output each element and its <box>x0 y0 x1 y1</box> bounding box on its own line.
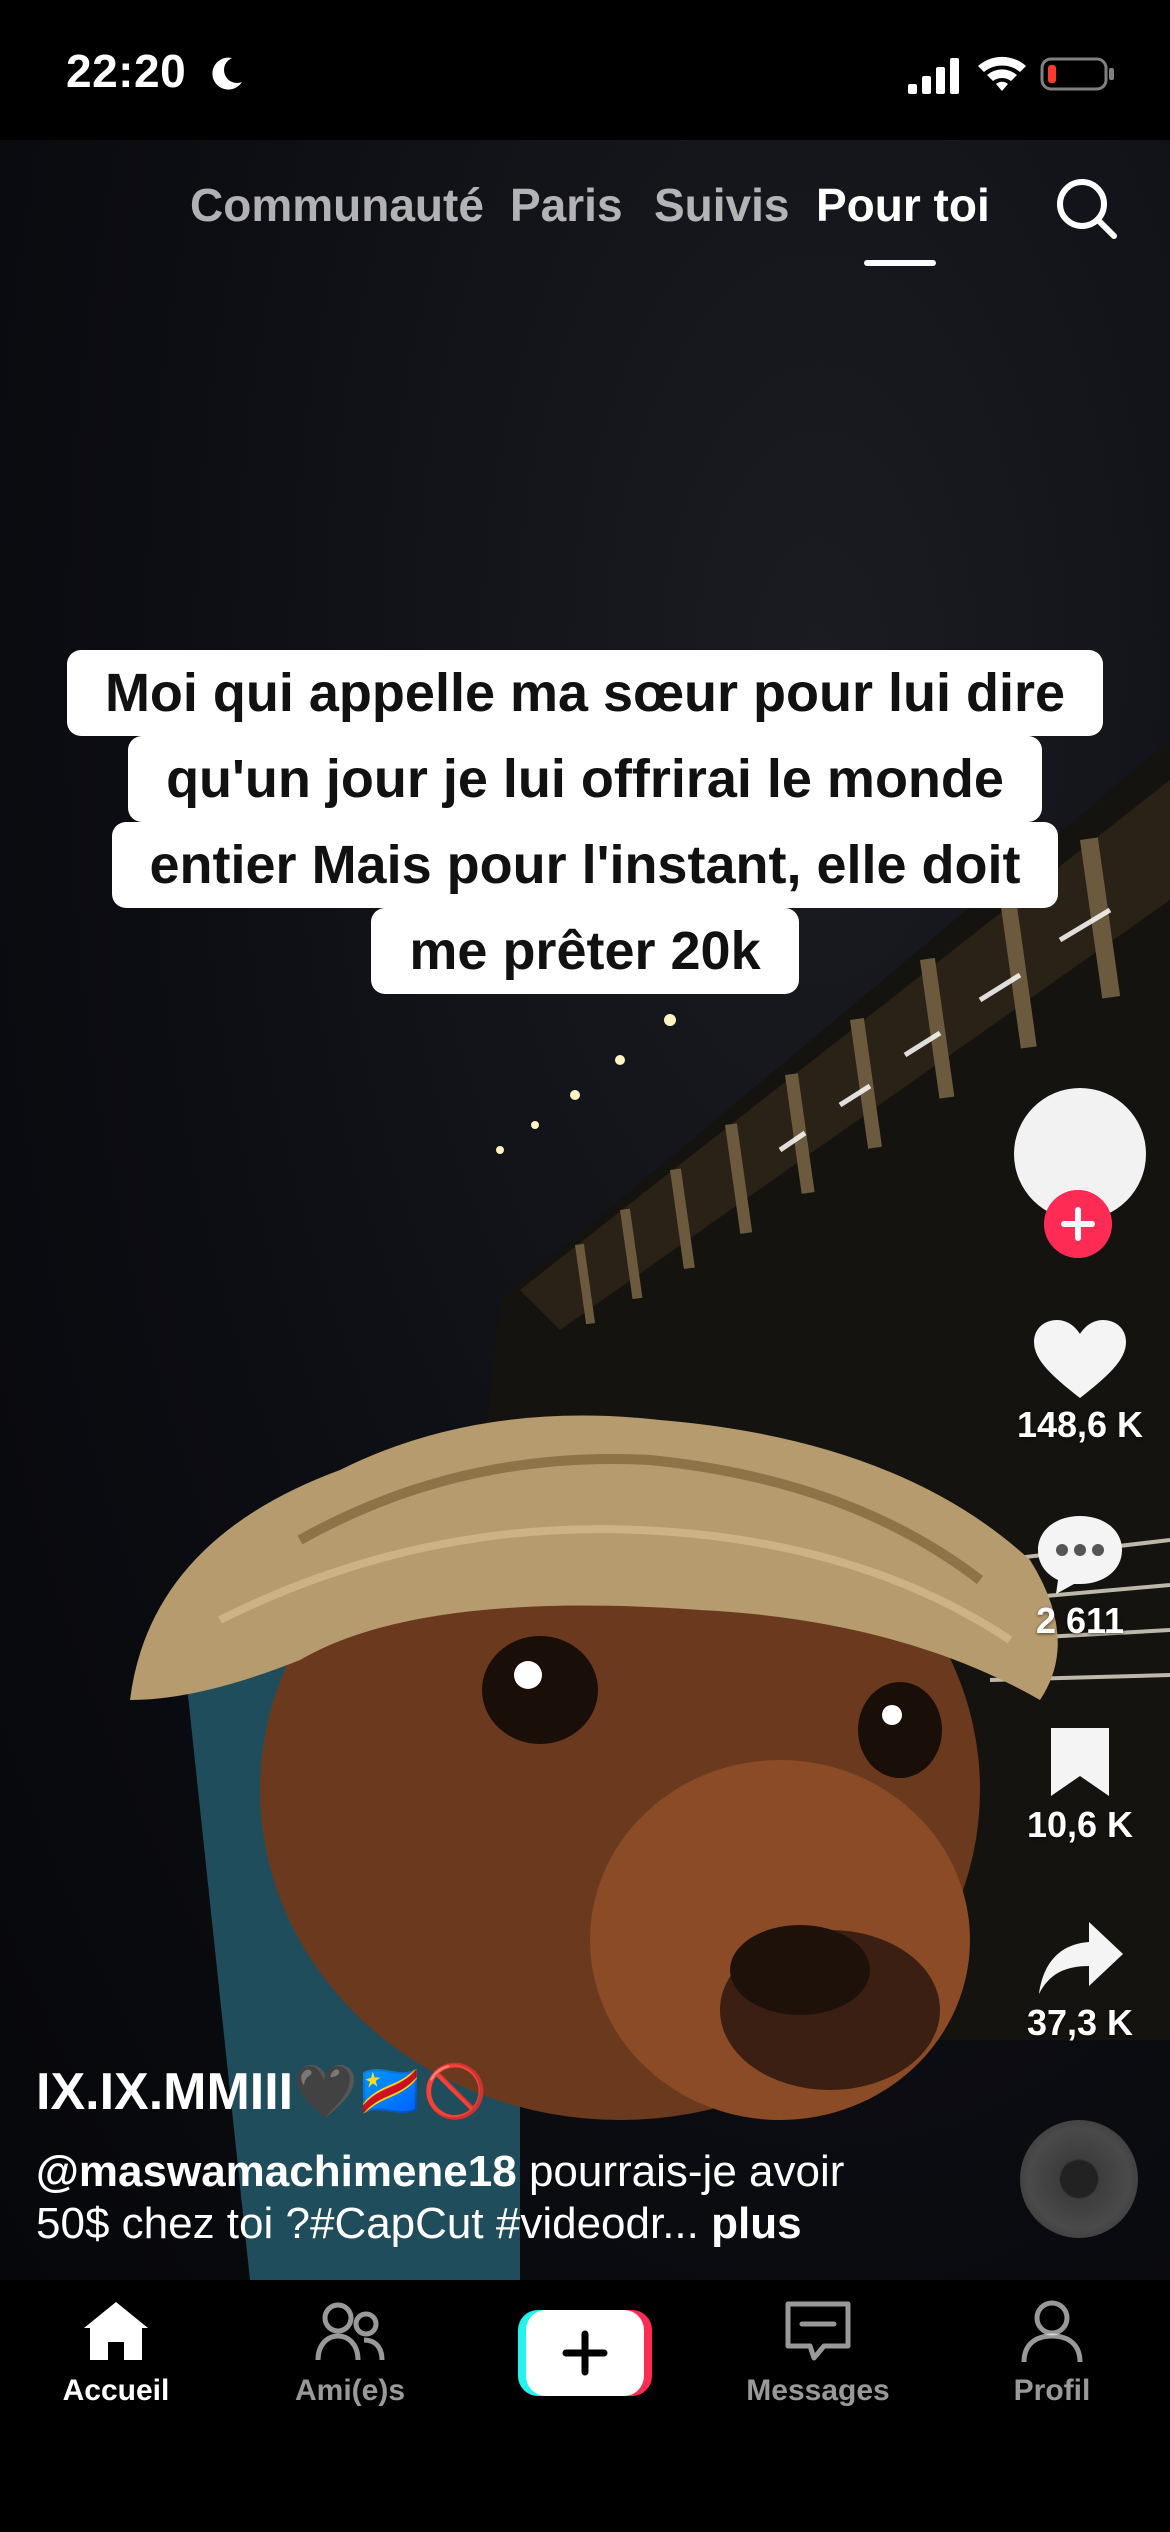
nav-friends[interactable]: Ami(e)s <box>250 2298 450 2408</box>
description-more-link[interactable]: plus <box>699 2199 801 2248</box>
caption-line: entier Mais pour l'instant, elle doit <box>111 822 1059 908</box>
nav-home-label: Accueil <box>62 2374 170 2407</box>
caption-line: me prêter 20k <box>371 908 799 994</box>
tab-paris[interactable]: Paris <box>510 178 623 232</box>
like-count: 148,6 K <box>1016 1404 1144 1445</box>
profile-icon <box>1021 2300 1083 2363</box>
home-icon <box>84 2302 148 2360</box>
bottom-navigation: Accueil Ami(e)s Messages Profil <box>0 2280 1170 2532</box>
share-arrow-icon <box>1039 1922 1123 1994</box>
comment-button[interactable]: 2 611 <box>1000 1512 1160 1642</box>
caption-line: Moi qui appelle ma sœur pour lui dire <box>66 650 1104 736</box>
battery-low-icon <box>1040 57 1114 91</box>
nav-messages[interactable]: Messages <box>718 2298 918 2408</box>
comment-icon <box>1038 1516 1122 1594</box>
status-time: 22:20 <box>66 45 187 97</box>
like-button[interactable]: 148,6 K <box>1000 1318 1160 1446</box>
tab-suivis[interactable]: Suivis <box>654 178 790 232</box>
cellular-signal-icon <box>908 58 959 94</box>
share-count: 37,3 K <box>1026 2002 1134 2043</box>
follow-plus-icon[interactable] <box>1044 1190 1112 1258</box>
video-description[interactable]: @maswamachimene18 pourrais-je avoir 50$ … <box>36 2146 896 2250</box>
bookmark-icon <box>1051 1728 1109 1796</box>
nav-friends-label: Ami(e)s <box>294 2374 406 2407</box>
do-not-disturb-moon-icon <box>212 57 242 90</box>
video-caption: Moi qui appelle ma sœur pour lui dire qu… <box>0 650 1170 994</box>
music-disc-icon[interactable] <box>1020 2120 1138 2238</box>
nav-profile[interactable]: Profil <box>952 2298 1152 2408</box>
comment-count: 2 611 <box>1035 1600 1125 1641</box>
caption-line: qu'un jour je lui offrirai le monde <box>128 736 1042 822</box>
heart-icon <box>1034 1320 1126 1398</box>
wifi-icon <box>978 56 1026 91</box>
description-mention[interactable]: @maswamachimene18 <box>36 2147 517 2196</box>
video-frame-image <box>130 694 1170 2280</box>
share-button[interactable]: 37,3 K <box>1000 1918 1160 2044</box>
bookmark-count: 10,6 K <box>1026 1804 1134 1845</box>
video-info: IX.IX.MMIII🖤🇨🇩🚫 @maswamachimene18 pourra… <box>36 2060 936 2250</box>
create-video-button[interactable] <box>518 2310 652 2396</box>
nav-messages-label: Messages <box>746 2374 890 2407</box>
video-player[interactable]: Moi qui appelle ma sœur pour lui dire qu… <box>0 140 1170 2280</box>
friends-icon <box>315 2302 385 2361</box>
nav-home[interactable]: Accueil <box>16 2298 216 2408</box>
tab-pour-toi[interactable]: Pour toi <box>816 178 990 232</box>
search-icon[interactable] <box>1050 172 1122 244</box>
bookmark-button[interactable]: 10,6 K <box>1000 1724 1160 1846</box>
tab-communaute[interactable]: Communauté <box>190 178 484 232</box>
feed-tabs: Communauté Paris Suivis Pour toi <box>0 170 1170 280</box>
status-bar: 22:20 <box>0 0 1170 140</box>
messages-icon <box>785 2301 851 2361</box>
nav-profile-label: Profil <box>1013 2374 1091 2407</box>
active-tab-indicator <box>864 260 936 266</box>
creator-username[interactable]: IX.IX.MMIII🖤🇨🇩🚫 <box>36 2060 936 2124</box>
